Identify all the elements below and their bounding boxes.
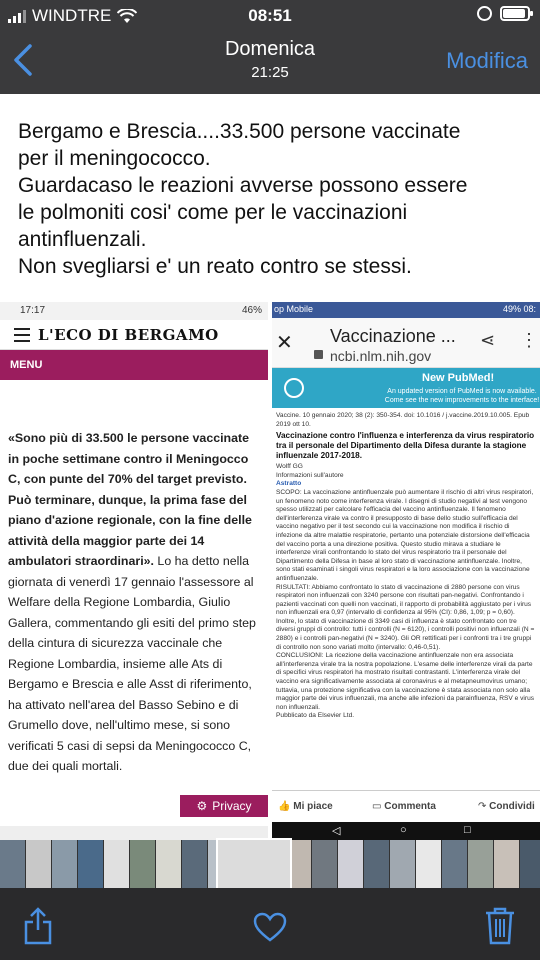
thumbnail[interactable] <box>78 840 103 888</box>
right-status-right: 49% 08: <box>502 304 536 314</box>
hamburger-icon <box>14 328 30 346</box>
facebook-actions: 👍 Mi piace ▭ Commenta ↷ Condividi <box>272 790 540 820</box>
conclusions-text: CONCLUSIONI: La ricezione della vaccinaz… <box>276 652 535 711</box>
eco-article: «Sono più di 33.500 le persone vaccinate… <box>0 380 268 777</box>
thumbnail[interactable] <box>416 840 441 888</box>
thumbnail[interactable] <box>130 840 155 888</box>
top-bar: WINDTRE 08:51 Domenica 21:25 Modifica <box>0 0 540 94</box>
thumbnail[interactable] <box>52 840 77 888</box>
rotation-lock-icon <box>477 6 492 21</box>
heart-icon[interactable] <box>253 912 287 942</box>
browser-url: ncbi.nlm.nih.gov <box>330 348 432 364</box>
right-screenshot: op Mobile 49% 08: ✕ Vaccinazione ... ncb… <box>272 302 540 840</box>
abstract-label: Astratto <box>276 480 302 488</box>
nav-home-icon: ○ <box>400 824 407 836</box>
results-text: RISULTATI: Abbiamo confrontato lo stato … <box>276 583 535 651</box>
thumbnail[interactable] <box>26 840 51 888</box>
privacy-label: Privacy <box>212 799 252 813</box>
nav-back-icon: ◁ <box>332 825 341 837</box>
eco-quote: «Sono più di 33.500 le persone vaccinate… <box>8 431 252 568</box>
left-status-battery: 46% <box>241 305 262 316</box>
close-icon: ✕ <box>276 332 293 354</box>
pubmed-icon <box>284 378 304 398</box>
trash-icon[interactable] <box>484 906 516 946</box>
thumbnail[interactable] <box>364 840 389 888</box>
post-text: Bergamo e Brescia....33.500 persone vacc… <box>18 120 468 278</box>
thumbnail[interactable] <box>0 840 25 888</box>
selected-thumbnail[interactable] <box>216 838 292 890</box>
abstract-page: Vaccine. 10 gennaio 2020; 38 (2): 350-35… <box>272 408 540 721</box>
pubmed-banner: New PubMed! An updated version of PubMed… <box>272 368 540 408</box>
lock-icon <box>314 350 323 359</box>
privacy-button: ⚙ Privacy <box>180 795 268 817</box>
more-icon: ⋮ <box>520 330 538 350</box>
banner-title: New PubMed! <box>422 372 495 384</box>
share-icon: ⋖ <box>480 330 496 350</box>
browser-title: Vaccinazione ... <box>330 326 456 346</box>
thumbnail[interactable] <box>520 840 540 888</box>
thumbnail[interactable] <box>104 840 129 888</box>
gear-icon: ⚙ <box>196 799 208 813</box>
status-right <box>477 6 533 21</box>
battery-icon <box>500 6 533 21</box>
thumbnail[interactable] <box>182 840 207 888</box>
eco-body: Lo ha detto nella giornata di venerdì 17… <box>8 554 256 773</box>
abstract-text: SCOPO: La vaccinazione antinfluenzale pu… <box>276 488 534 582</box>
thumbnail[interactable] <box>494 840 519 888</box>
right-status-bar: op Mobile 49% 08: <box>272 302 540 318</box>
thumbnail[interactable] <box>338 840 363 888</box>
status-time: 08:51 <box>248 6 292 25</box>
photo-content: Bergamo e Brescia....33.500 persone vacc… <box>0 94 540 840</box>
article-title: Vaccinazione contro l'influenza e interf… <box>276 431 535 461</box>
photo-viewer: WINDTRE 08:51 Domenica 21:25 Modifica Be… <box>0 0 540 960</box>
citation: Vaccine. 10 gennaio 2020; 38 (2): 350-35… <box>276 412 530 428</box>
eco-header: L'ECO DI BERGAMO <box>0 320 268 350</box>
thumbnail[interactable] <box>390 840 415 888</box>
thumbnail[interactable] <box>468 840 493 888</box>
thumbnail[interactable] <box>312 840 337 888</box>
share-icon[interactable] <box>22 906 54 946</box>
bottom-toolbar <box>0 888 540 960</box>
left-status-time: 17:17 <box>20 305 46 316</box>
author: Wolff GG <box>276 463 303 471</box>
share-action: ↷ Condividi <box>478 801 535 812</box>
edit-button[interactable]: Modifica <box>446 48 528 74</box>
status-bar: WINDTRE 08:51 <box>0 4 540 28</box>
publisher: Pubblicato da Elsevier Ltd. <box>276 712 355 720</box>
left-screenshot: 17:17 46% L'ECO DI BERGAMO MENU «Sono pi… <box>0 302 268 840</box>
comment-action: ▭ Commenta <box>372 801 436 812</box>
eco-menu-bar: MENU <box>0 350 268 380</box>
like-action: 👍 Mi piace <box>278 801 333 812</box>
author-info: Informazioni sull'autore <box>276 471 344 479</box>
right-status-left: op Mobile <box>274 304 314 314</box>
banner-subtitle: An updated version of PubMed is now avai… <box>384 388 540 404</box>
browser-bar: ✕ Vaccinazione ... ncbi.nlm.nih.gov ⋖ ⋮ <box>272 318 540 368</box>
right-android-navbar: ◁ ○ □ <box>272 822 540 840</box>
eco-logo: L'ECO DI BERGAMO <box>38 326 219 344</box>
thumbnail[interactable] <box>442 840 467 888</box>
nav-recent-icon: □ <box>464 824 471 836</box>
left-status-bar: 17:17 46% <box>0 302 268 320</box>
thumbnail[interactable] <box>156 840 181 888</box>
